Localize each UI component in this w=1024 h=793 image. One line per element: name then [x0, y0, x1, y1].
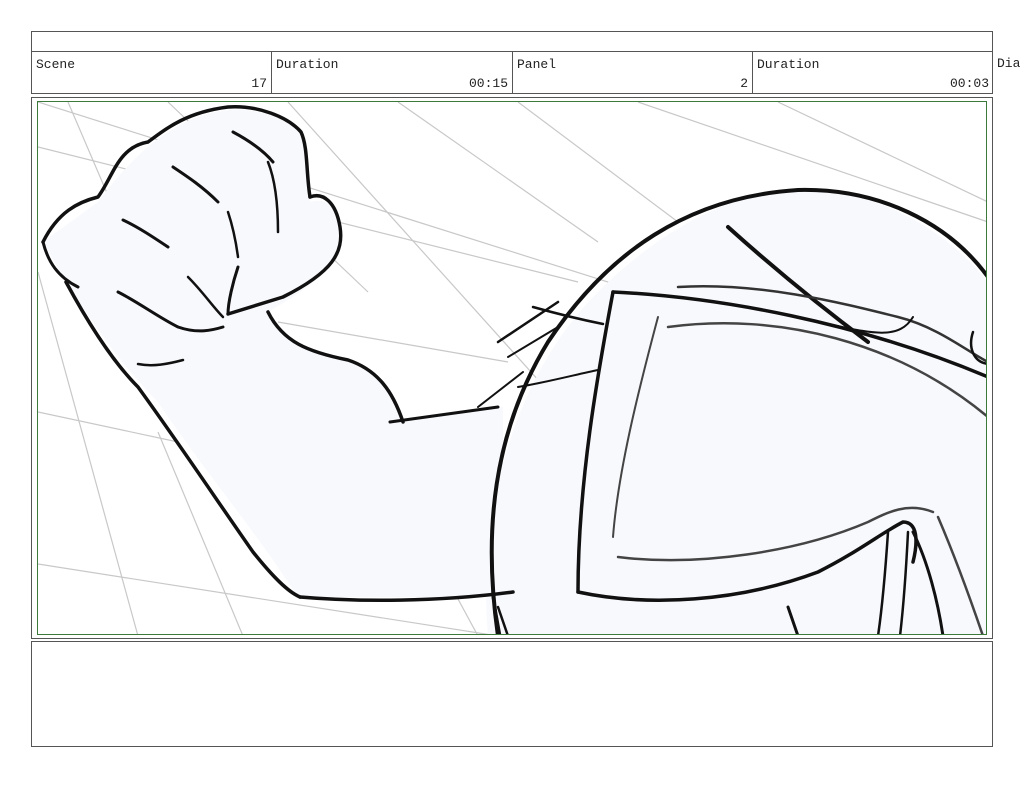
panel-label: Panel	[517, 57, 557, 72]
sketch-drawing	[38, 102, 986, 634]
torso-shape	[486, 189, 986, 634]
scene-duration-value: 00:15	[468, 76, 508, 91]
panel-duration-value: 00:03	[949, 76, 989, 91]
panel-duration-cell: Duration 00:03	[753, 52, 993, 93]
scene-duration-cell: Duration 00:15	[272, 52, 513, 93]
panel-artwork	[37, 101, 987, 635]
scene-duration-label: Duration	[276, 57, 339, 72]
scene-label: Scene	[36, 57, 76, 72]
panel-cell: Panel 2	[513, 52, 753, 93]
dialogue-label: Dia	[997, 56, 1021, 71]
scene-cell: Scene 17	[32, 52, 272, 93]
panel-duration-label: Duration	[757, 57, 820, 72]
scene-number: 17	[251, 76, 267, 91]
storyboard-header: Scene 17 Duration 00:15 Panel 2 Duration…	[31, 51, 993, 94]
panel-number: 2	[740, 76, 748, 91]
notes-box	[31, 641, 993, 747]
header-top-strip	[31, 31, 993, 52]
